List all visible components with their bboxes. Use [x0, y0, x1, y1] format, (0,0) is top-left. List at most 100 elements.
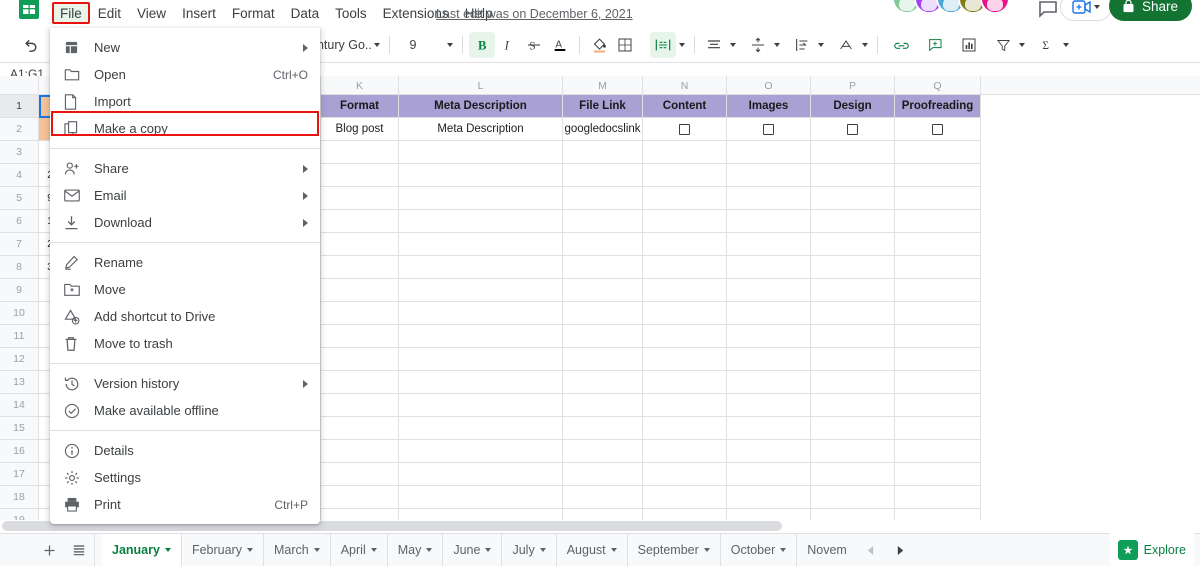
- cell-N6[interactable]: [643, 210, 727, 233]
- checkbox[interactable]: [847, 124, 858, 135]
- avatar[interactable]: [980, 0, 1010, 14]
- cell-L15[interactable]: [399, 417, 563, 440]
- row-header-9[interactable]: 9: [0, 279, 39, 302]
- cell-P6[interactable]: [811, 210, 895, 233]
- cell-L7[interactable]: [399, 233, 563, 256]
- menu-item-move[interactable]: Move: [50, 276, 320, 303]
- cell-O6[interactable]: [727, 210, 811, 233]
- cell-O5[interactable]: [727, 187, 811, 210]
- menu-item-file[interactable]: File: [52, 3, 90, 24]
- cell-P15[interactable]: [811, 417, 895, 440]
- cell-M17[interactable]: [563, 463, 643, 486]
- cell-P10[interactable]: [811, 302, 895, 325]
- bold-icon[interactable]: B: [469, 32, 495, 58]
- cell-Q18[interactable]: [895, 486, 981, 509]
- horizontal-align-caret-icon[interactable]: [727, 33, 739, 57]
- sheet-tab-caret-icon[interactable]: [165, 548, 171, 552]
- cell-L2[interactable]: Meta Description: [399, 118, 563, 141]
- cell-L14[interactable]: [399, 394, 563, 417]
- row-header-16[interactable]: 16: [0, 440, 39, 463]
- menu-item-share[interactable]: Share: [50, 155, 320, 182]
- checkbox[interactable]: [763, 124, 774, 135]
- menu-item-move-to-trash[interactable]: Move to trash: [50, 330, 320, 357]
- cell-O12[interactable]: [727, 348, 811, 371]
- borders-icon[interactable]: [612, 32, 638, 58]
- cell-L9[interactable]: [399, 279, 563, 302]
- menu-item-edit[interactable]: Edit: [90, 3, 129, 24]
- cell-Q14[interactable]: [895, 394, 981, 417]
- cell-N17[interactable]: [643, 463, 727, 486]
- cell-M16[interactable]: [563, 440, 643, 463]
- cell-K18[interactable]: [321, 486, 399, 509]
- cell-K15[interactable]: [321, 417, 399, 440]
- explore-button[interactable]: Explore: [1110, 533, 1194, 566]
- sheet-tab-caret-icon[interactable]: [704, 548, 710, 552]
- cell-Q3[interactable]: [895, 141, 981, 164]
- cell-Q1[interactable]: Proofreading: [895, 95, 981, 118]
- menu-item-data[interactable]: Data: [283, 3, 328, 24]
- sheet-tab-caret-icon[interactable]: [314, 548, 320, 552]
- add-sheet-button[interactable]: [34, 534, 64, 566]
- cell-Q17[interactable]: [895, 463, 981, 486]
- cell-O13[interactable]: [727, 371, 811, 394]
- row-header-15[interactable]: 15: [0, 417, 39, 440]
- sheet-tab-june[interactable]: June: [443, 534, 502, 566]
- cell-L10[interactable]: [399, 302, 563, 325]
- cell-M5[interactable]: [563, 187, 643, 210]
- sheet-tab-march[interactable]: March: [264, 534, 331, 566]
- cell-K17[interactable]: [321, 463, 399, 486]
- cell-O1[interactable]: Images: [727, 95, 811, 118]
- font-size-input[interactable]: 9: [396, 38, 430, 52]
- cell-K14[interactable]: [321, 394, 399, 417]
- cell-N7[interactable]: [643, 233, 727, 256]
- all-sheets-icon[interactable]: [64, 534, 94, 566]
- cell-L1[interactable]: Meta Description: [399, 95, 563, 118]
- menu-item-add-shortcut-to-drive[interactable]: Add shortcut to Drive: [50, 303, 320, 330]
- sheet-tab-april[interactable]: April: [331, 534, 388, 566]
- cell-Q15[interactable]: [895, 417, 981, 440]
- cell-M11[interactable]: [563, 325, 643, 348]
- sheet-tab-august[interactable]: August: [557, 534, 628, 566]
- sheet-tab-caret-icon[interactable]: [247, 548, 253, 552]
- cell-K3[interactable]: [321, 141, 399, 164]
- cell-P13[interactable]: [811, 371, 895, 394]
- menu-item-format[interactable]: Format: [224, 3, 283, 24]
- cell-L18[interactable]: [399, 486, 563, 509]
- cell-N12[interactable]: [643, 348, 727, 371]
- menu-item-rename[interactable]: Rename: [50, 249, 320, 276]
- cell-K12[interactable]: [321, 348, 399, 371]
- cell-N14[interactable]: [643, 394, 727, 417]
- cell-K13[interactable]: [321, 371, 399, 394]
- font-family-caret-icon[interactable]: [371, 33, 383, 57]
- cell-M9[interactable]: [563, 279, 643, 302]
- menu-item-make-a-copy[interactable]: Make a copy: [50, 115, 320, 142]
- cell-Q10[interactable]: [895, 302, 981, 325]
- cell-M15[interactable]: [563, 417, 643, 440]
- cell-Q13[interactable]: [895, 371, 981, 394]
- cell-O2[interactable]: [727, 118, 811, 141]
- text-wrap-icon[interactable]: [789, 32, 815, 58]
- cell-K1[interactable]: Format: [321, 95, 399, 118]
- text-color-icon[interactable]: A: [547, 32, 573, 58]
- cell-N10[interactable]: [643, 302, 727, 325]
- menu-item-insert[interactable]: Insert: [174, 3, 224, 24]
- menu-item-version-history[interactable]: Version history: [50, 370, 320, 397]
- sheet-tab-july[interactable]: July: [502, 534, 556, 566]
- cell-L4[interactable]: [399, 164, 563, 187]
- cell-O9[interactable]: [727, 279, 811, 302]
- cell-P4[interactable]: [811, 164, 895, 187]
- cell-Q5[interactable]: [895, 187, 981, 210]
- cell-Q12[interactable]: [895, 348, 981, 371]
- cell-Q7[interactable]: [895, 233, 981, 256]
- cell-K6[interactable]: [321, 210, 399, 233]
- sheet-tab-caret-icon[interactable]: [485, 548, 491, 552]
- cell-M2[interactable]: googledocslink: [563, 118, 643, 141]
- sheet-tab-may[interactable]: May: [388, 534, 444, 566]
- cell-P7[interactable]: [811, 233, 895, 256]
- sheet-tab-september[interactable]: September: [628, 534, 721, 566]
- cell-M4[interactable]: [563, 164, 643, 187]
- menu-item-print[interactable]: PrintCtrl+P: [50, 491, 320, 518]
- cell-L17[interactable]: [399, 463, 563, 486]
- cell-M7[interactable]: [563, 233, 643, 256]
- cell-L3[interactable]: [399, 141, 563, 164]
